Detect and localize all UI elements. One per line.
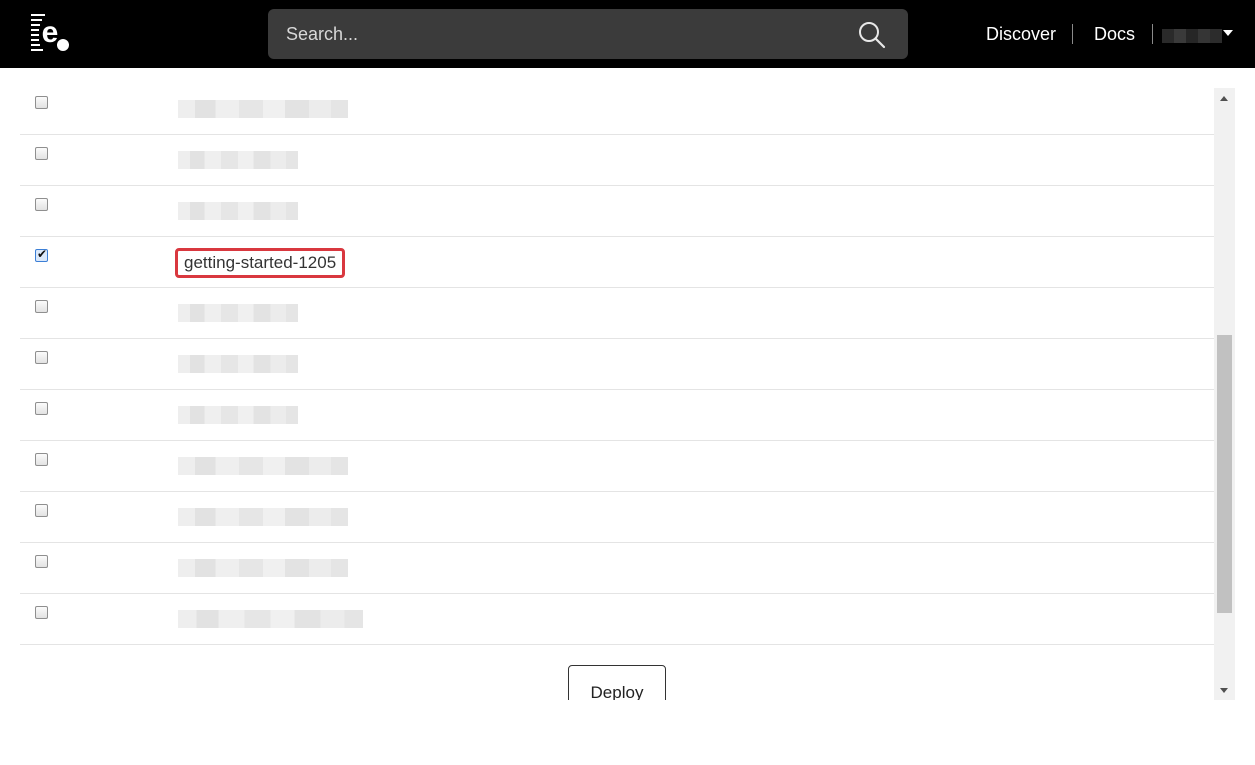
search-input[interactable]	[286, 9, 846, 59]
scrollbar-thumb[interactable]	[1217, 335, 1232, 613]
redacted-item-name	[178, 508, 348, 526]
redacted-item-name	[178, 304, 298, 322]
caret-down-icon	[1223, 30, 1233, 36]
search-box	[268, 9, 908, 59]
redacted-item-name	[178, 355, 298, 373]
vertical-scrollbar[interactable]	[1214, 88, 1235, 700]
svg-text:e: e	[42, 16, 59, 49]
deploy-button[interactable]: Deploy	[568, 665, 666, 700]
scroll-up-icon[interactable]	[1220, 96, 1228, 101]
list-item[interactable]	[20, 288, 1214, 339]
list-item[interactable]	[20, 339, 1214, 390]
row-checkbox-checked[interactable]: ✔	[35, 247, 48, 262]
nav-divider	[1072, 24, 1073, 44]
redacted-item-name	[178, 202, 298, 220]
redacted-item-name	[178, 151, 298, 169]
nav-docs-link[interactable]: Docs	[1094, 22, 1135, 46]
user-menu-dropdown[interactable]	[1160, 26, 1234, 46]
redacted-item-name	[178, 457, 348, 475]
redacted-username	[1162, 29, 1222, 43]
list-item[interactable]	[20, 84, 1214, 135]
row-checkbox[interactable]	[35, 453, 48, 466]
redacted-item-name	[178, 610, 363, 628]
list-item[interactable]	[20, 492, 1214, 543]
row-checkbox[interactable]	[35, 351, 48, 364]
checkmark-icon: ✔	[37, 247, 48, 261]
row-checkbox[interactable]	[35, 402, 48, 415]
list-item[interactable]	[20, 135, 1214, 186]
top-navigation-bar: e Discover Docs	[0, 0, 1255, 68]
notebook-list-panel: ✔ getting-started-1205 Deploy	[0, 68, 1255, 700]
nav-divider	[1152, 24, 1153, 44]
scroll-down-icon[interactable]	[1220, 688, 1228, 693]
search-icon[interactable]	[858, 21, 886, 49]
page-footer-blank	[0, 700, 1255, 765]
redacted-item-name	[178, 100, 348, 118]
highlighted-item-name[interactable]: getting-started-1205	[175, 248, 346, 278]
row-checkbox[interactable]	[35, 555, 48, 568]
row-checkbox[interactable]	[35, 504, 48, 517]
list-item[interactable]	[20, 543, 1214, 594]
redacted-item-name	[178, 559, 348, 577]
list-item-selected[interactable]: ✔ getting-started-1205	[20, 237, 1214, 288]
row-checkbox[interactable]	[35, 147, 48, 160]
list-item[interactable]	[20, 186, 1214, 237]
row-checkbox[interactable]	[35, 198, 48, 211]
row-checkbox[interactable]	[35, 606, 48, 619]
redacted-item-name	[178, 406, 298, 424]
row-checkbox[interactable]	[35, 96, 48, 109]
list-item[interactable]	[20, 441, 1214, 492]
item-name-label: getting-started-1205	[184, 253, 337, 272]
list-item[interactable]	[20, 594, 1214, 645]
list-item[interactable]	[20, 390, 1214, 441]
row-checkbox[interactable]	[35, 300, 48, 313]
nav-discover-link[interactable]: Discover	[986, 22, 1056, 46]
e-logo-icon[interactable]: e	[28, 12, 72, 56]
